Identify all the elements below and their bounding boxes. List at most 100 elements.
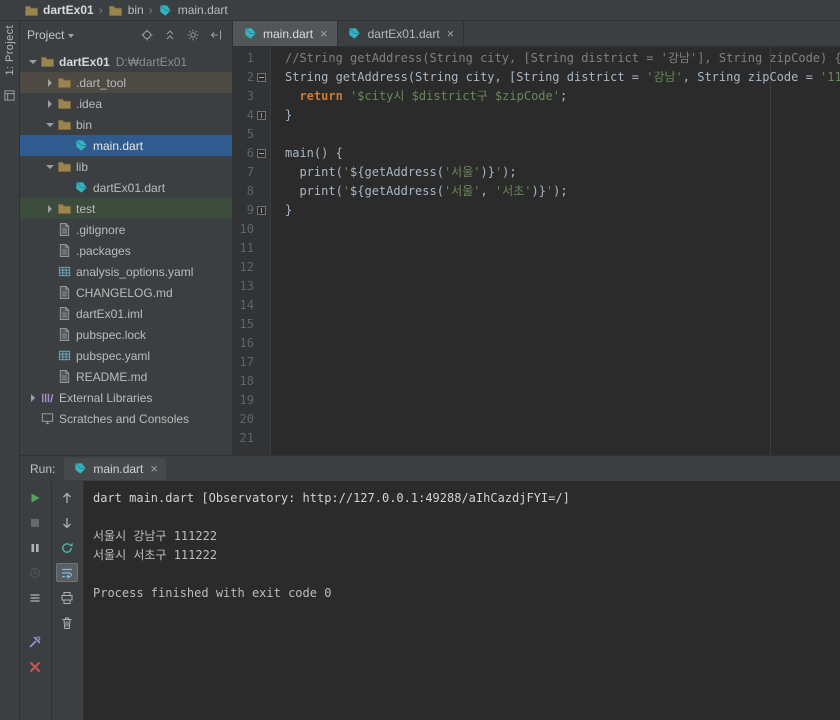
tree-item-scratches-and-consoles[interactable]: Scratches and Consoles	[20, 408, 232, 429]
prev-occurrence-button[interactable]	[56, 488, 78, 507]
breadcrumb-item-main-dart[interactable]: main.dart	[158, 0, 228, 20]
code-line[interactable]	[285, 220, 840, 239]
run-tab[interactable]: main.dart ×	[64, 457, 166, 480]
rerun-button[interactable]	[56, 538, 78, 557]
tree-item-packages[interactable]: .packages	[20, 240, 232, 261]
editor-tab-main-dart[interactable]: main.dart ×	[233, 21, 338, 46]
workspace-column: Project dartEx01 D:₩dartEx01 .dart_tool .id…	[20, 21, 840, 720]
code-line[interactable]: }	[285, 106, 840, 125]
breadcrumb-label: main.dart	[177, 3, 228, 17]
code-line[interactable]	[285, 239, 840, 258]
chevron-right-icon[interactable]	[43, 198, 56, 219]
tree-item-external-libraries[interactable]: External Libraries	[20, 387, 232, 408]
code-line[interactable]	[285, 353, 840, 372]
chevron-right-icon[interactable]	[26, 387, 39, 408]
fold-marker-icon[interactable]	[254, 201, 269, 220]
next-occurrence-button[interactable]	[56, 513, 78, 532]
code-line[interactable]: main() {	[285, 144, 840, 163]
tree-item-bin[interactable]: bin	[20, 114, 232, 135]
settings-button[interactable]	[184, 26, 202, 44]
chevron-down-icon[interactable]	[43, 114, 56, 135]
code-line[interactable]: String getAddress(String city, [String d…	[285, 68, 840, 87]
code-line[interactable]	[285, 315, 840, 334]
file-icon	[56, 243, 72, 259]
console-options-button[interactable]	[24, 588, 46, 607]
editor[interactable]: 1 2 3 4 5 6 7 8 9 10 11 12 13 14 15 16 17 18 19 20 21 //Stri…	[233, 47, 840, 455]
code-line[interactable]	[285, 296, 840, 315]
print-button[interactable]	[56, 588, 78, 607]
close-tab-icon[interactable]: ×	[320, 26, 328, 41]
code-line[interactable]: }	[285, 201, 840, 220]
soft-wrap-button[interactable]	[56, 563, 79, 582]
close-button[interactable]	[24, 657, 46, 676]
fold-slot	[254, 220, 269, 239]
tree-item-idea[interactable]: .idea	[20, 93, 232, 114]
code-line[interactable]: //String getAddress(String city, [String…	[285, 49, 840, 68]
code-line[interactable]	[285, 372, 840, 391]
close-tab-icon[interactable]: ×	[150, 461, 158, 476]
code-line[interactable]	[285, 334, 840, 353]
tree-item-dartex01-dart[interactable]: dartEx01.dart	[20, 177, 232, 198]
code-line[interactable]	[285, 258, 840, 277]
fold-slot	[254, 410, 269, 429]
pause-output-button[interactable]	[24, 538, 46, 557]
chevron-placeholder	[43, 282, 56, 303]
fold-slot	[254, 125, 269, 144]
line-number: 11	[239, 241, 254, 255]
file-icon	[56, 222, 72, 238]
tree-item-analysis-options-yaml[interactable]: analysis_options.yaml	[20, 261, 232, 282]
code-line[interactable]	[285, 277, 840, 296]
code-line[interactable]	[285, 410, 840, 429]
console-output[interactable]: dart main.dart [Observatory: http://127.…	[84, 481, 840, 720]
chevron-right-icon[interactable]	[43, 72, 56, 93]
chevron-down-icon	[68, 33, 75, 38]
tree-item-dart-tool[interactable]: .dart_tool	[20, 72, 232, 93]
stop-button[interactable]	[24, 513, 46, 532]
breadcrumb-item-dartex01[interactable]: dartEx01	[23, 0, 94, 20]
tree-item-main-dart[interactable]: main.dart	[20, 135, 232, 156]
tree-item-changelog-md[interactable]: CHANGELOG.md	[20, 282, 232, 303]
gutter-line: 17	[233, 353, 270, 372]
tree-item-dartex01-iml[interactable]: dartEx01.iml	[20, 303, 232, 324]
project-stripe-button[interactable]: 1: Project	[4, 25, 16, 75]
code-line[interactable]: print('${getAddress('서울')}');	[285, 163, 840, 182]
fold-marker-icon[interactable]	[254, 144, 269, 163]
chevron-down-icon[interactable]	[26, 51, 39, 72]
breadcrumb-item-bin[interactable]: bin	[108, 0, 144, 20]
chevron-right-icon[interactable]	[43, 93, 56, 114]
code-line[interactable]: print('${getAddress('서울', '서초')}');	[285, 182, 840, 201]
line-number: 1	[246, 51, 254, 65]
code-line[interactable]: return '$city시 $district구 $zipCode';	[285, 87, 840, 106]
code-area[interactable]: //String getAddress(String city, [String…	[271, 47, 840, 455]
tree-item-pubspec-lock[interactable]: pubspec.lock	[20, 324, 232, 345]
fold-marker-icon[interactable]	[254, 106, 269, 125]
wrench-icon	[27, 634, 43, 650]
run-button[interactable]	[24, 488, 46, 507]
code-line[interactable]	[285, 429, 840, 448]
collapse-all-button[interactable]	[161, 26, 179, 44]
menu-icon	[27, 590, 43, 606]
project-view-label: Project	[27, 27, 65, 42]
chevron-down-icon[interactable]	[43, 156, 56, 177]
folder-icon	[56, 96, 72, 112]
code-line[interactable]	[285, 391, 840, 410]
tree-item-lib[interactable]: lib	[20, 156, 232, 177]
tree-item-test[interactable]: test	[20, 198, 232, 219]
tree-item-gitignore[interactable]: .gitignore	[20, 219, 232, 240]
tree-item-pubspec-yaml[interactable]: pubspec.yaml	[20, 345, 232, 366]
close-tab-icon[interactable]: ×	[447, 26, 455, 41]
project-view-dropdown[interactable]: Project	[27, 27, 75, 42]
hide-panel-button[interactable]	[207, 26, 225, 44]
locate-file-button[interactable]	[138, 26, 156, 44]
profiler-button[interactable]	[24, 563, 46, 582]
fold-marker-icon[interactable]	[254, 68, 269, 87]
clear-console-button[interactable]	[56, 613, 78, 632]
tree-item-dartex01[interactable]: dartEx01 D:₩dartEx01	[20, 51, 232, 72]
tree-item-readme-md[interactable]: README.md	[20, 366, 232, 387]
scratches-icon	[39, 411, 55, 427]
tree-item-label: pubspec.yaml	[76, 348, 151, 363]
tool-window-icon[interactable]	[2, 87, 18, 103]
code-line[interactable]	[285, 125, 840, 144]
build-tools-button[interactable]	[24, 632, 46, 651]
editor-tab-dartex01-dart[interactable]: dartEx01.dart ×	[338, 21, 465, 46]
